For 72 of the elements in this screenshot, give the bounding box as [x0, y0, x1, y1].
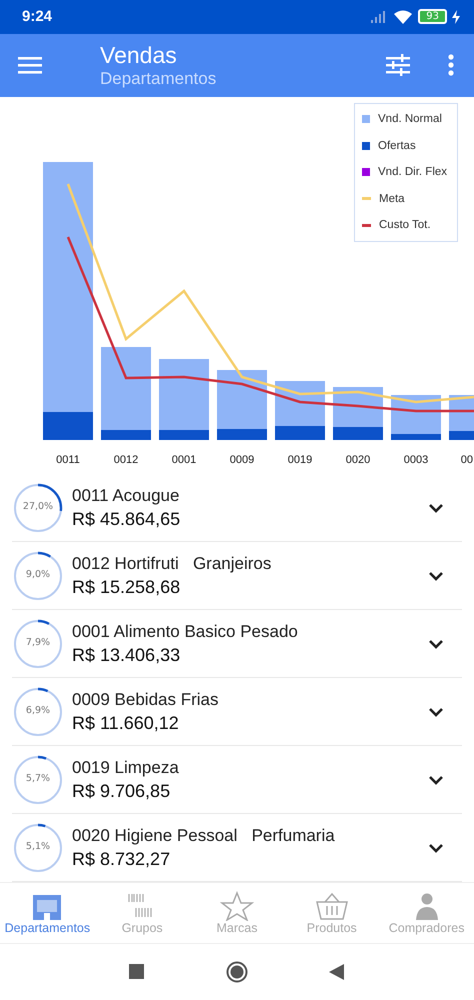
sales-amount: R$ 11.660,12 [72, 712, 180, 734]
recent-apps-icon[interactable] [129, 964, 145, 980]
wifi-icon [393, 8, 414, 25]
offers-bar [391, 434, 441, 440]
offers-bar [449, 431, 474, 440]
legend-label: Custo Tot. [379, 219, 431, 232]
filter-icon[interactable] [386, 54, 410, 76]
share-percent: 27,0% [22, 500, 54, 512]
axis-label: 0011 [56, 454, 80, 466]
axis-label: 0019 [288, 454, 312, 466]
more-options-icon[interactable] [448, 54, 454, 76]
screen-subtitle: Departamentos [100, 68, 218, 89]
sales-amount: R$ 8.732,27 [72, 848, 172, 870]
axis-label: 0012 [114, 454, 138, 466]
share-ring [12, 754, 64, 806]
battery-level: 93 [418, 9, 447, 24]
department-name: 0012 Hortifruti Granjeiros [72, 554, 272, 574]
home-icon[interactable] [225, 960, 249, 984]
legend-label: Meta [379, 192, 405, 205]
legend-label: Ofertas [378, 140, 416, 152]
chevron-down-icon[interactable] [428, 706, 444, 716]
sales-amount: R$ 15.258,68 [72, 576, 182, 598]
offers-bar [333, 427, 383, 440]
department-name: 0001 Alimento Basico Pesado [72, 622, 299, 642]
axis-label: 0009 [230, 454, 254, 466]
axis-label: 0020 [346, 454, 370, 466]
sales-amount: R$ 13.406,33 [72, 644, 182, 666]
sales-amount: R$ 45.864,65 [72, 508, 182, 530]
axis-label: 00 [460, 454, 473, 466]
axis-label: 0003 [404, 454, 428, 466]
department-name: 0020 Higiene Pessoal Perfumaria [72, 826, 336, 846]
department-row[interactable]: 27,0% 0011 Acougue R$ 45.864,65 [12, 474, 462, 542]
legend-label: Vnd. Dir. Flex [378, 166, 448, 178]
clock: 9:24 [22, 8, 52, 26]
share-percent: 5,1% [24, 840, 52, 852]
charging-icon [452, 10, 460, 24]
legend-label: Vnd. Normal [378, 113, 442, 126]
chevron-down-icon[interactable] [428, 570, 444, 580]
offers-bar [275, 426, 325, 440]
share-percent: 5,7% [24, 772, 52, 784]
share-ring [12, 550, 64, 602]
chevron-down-icon[interactable] [428, 774, 444, 784]
department-name: 0011 Acougue [72, 486, 180, 506]
offers-bar [43, 412, 93, 440]
nav-tab[interactable]: Departamentos [0, 883, 95, 943]
department-row[interactable]: 5,7% 0019 Limpeza R$ 9.706,85 [12, 746, 462, 814]
offers-bar [101, 430, 151, 440]
menu-icon[interactable] [18, 55, 42, 76]
offers-bar [159, 430, 209, 440]
department-name: 0009 Bebidas Frias [72, 690, 220, 710]
star-icon [218, 891, 255, 921]
chevron-down-icon[interactable] [428, 842, 444, 852]
share-ring [12, 618, 64, 670]
sales-amount: R$ 9.706,85 [72, 780, 172, 802]
share-ring [12, 482, 64, 534]
department-row[interactable]: 5,1% 0020 Higiene Pessoal Perfumaria R$ 8.732,27 [12, 814, 462, 882]
department-row[interactable]: 9,0% 0012 Hortifruti Granjeiros R$ 15.258,68 [12, 542, 462, 610]
share-ring [12, 822, 64, 874]
basket-icon [314, 891, 350, 921]
department-name: 0019 Limpeza [72, 758, 180, 778]
back-icon[interactable] [329, 964, 345, 980]
chevron-down-icon[interactable] [428, 638, 444, 648]
chevron-down-icon[interactable] [428, 502, 444, 512]
share-percent: 9,0% [24, 568, 52, 580]
share-ring [12, 686, 64, 738]
share-percent: 7,9% [24, 636, 52, 648]
offers-bar [217, 429, 267, 440]
department-row[interactable]: 7,9% 0001 Alimento Basico Pesado R$ 13.406,33 [12, 610, 462, 678]
axis-label: 0001 [172, 454, 196, 466]
department-row[interactable]: 6,9% 0009 Bebidas Frias R$ 11.660,12 [12, 678, 462, 746]
share-percent: 6,9% [24, 704, 52, 716]
screen-title: Vendas [100, 42, 178, 69]
